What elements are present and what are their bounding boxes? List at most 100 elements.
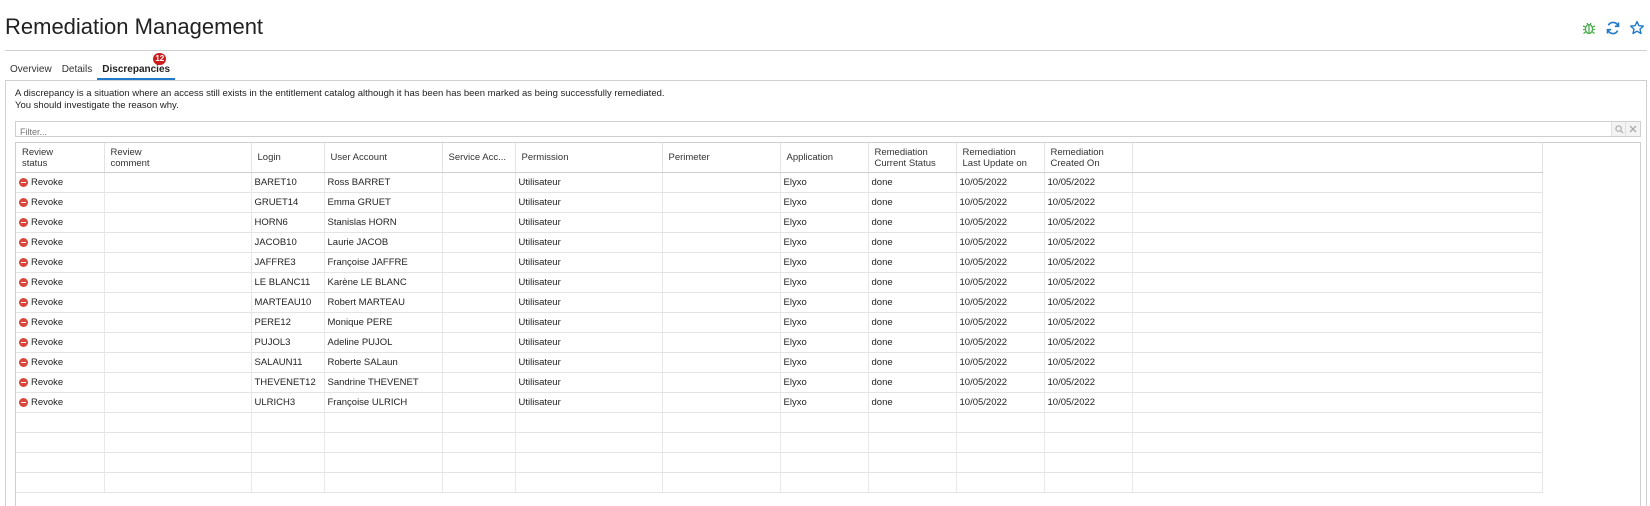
table-row[interactable]: Revoke GRUET14 Emma GRUET Utilisateur Elyxo d…	[16, 192, 1543, 213]
table-cell: 10/05/2022	[1044, 392, 1133, 413]
column-header-remediation-last-update[interactable]: Remediation Last Update on	[956, 143, 1045, 173]
table-cell: JAFFRE3	[251, 252, 325, 273]
table-cell	[324, 452, 443, 473]
refresh-icon[interactable]	[1604, 19, 1622, 37]
table-cell	[868, 412, 957, 433]
column-header-text: Current Status	[874, 157, 936, 169]
table-cell: 10/05/2022	[1044, 312, 1133, 333]
tab-details[interactable]: Details	[57, 62, 98, 80]
table-row[interactable]: Revoke BARET10 Ross BARRET Utilisateur Elyxo…	[16, 172, 1543, 193]
column-header-user-account[interactable]: User Account	[324, 143, 443, 173]
table-cell	[16, 472, 105, 493]
tab-discrepancies[interactable]: Discrepancies 12	[97, 53, 176, 80]
table-cell	[662, 352, 781, 373]
table-row[interactable]: Revoke HORN6 Stanislas HORN Utilisateur Elyx…	[16, 212, 1543, 233]
table-row[interactable]: Revoke SALAUN11 Roberte SALaun Utilisateur E…	[16, 352, 1543, 373]
column-header-review-status[interactable]: Review status	[16, 143, 105, 173]
review-status: Revoke	[19, 297, 101, 308]
column-header-text: Created On	[1050, 157, 1100, 169]
table-row[interactable]: Revoke JACOB10 Laurie JACOB Utilisateur Elyx…	[16, 232, 1543, 253]
review-status: Revoke	[19, 217, 101, 228]
table-cell	[442, 432, 516, 453]
table-cell	[662, 232, 781, 253]
table-cell	[956, 412, 1045, 433]
revoke-icon	[19, 238, 28, 247]
table-cell: done	[868, 272, 957, 293]
table-cell: Monique PERE	[324, 312, 443, 333]
table-cell: Utilisateur	[515, 372, 663, 393]
review-status: Revoke	[19, 377, 101, 388]
table-cell: THEVENET12	[251, 372, 325, 393]
column-header-remediation-created-on[interactable]: Remediation Created On	[1044, 143, 1133, 173]
tab-overview[interactable]: Overview	[5, 62, 57, 80]
table-cell: Revoke	[16, 332, 105, 353]
table-cell: Elyxo	[780, 392, 869, 413]
review-status: Revoke	[19, 277, 101, 288]
table-cell: Utilisateur	[515, 172, 663, 193]
column-header-review-comment[interactable]: Review comment	[104, 143, 252, 173]
table-row[interactable]: Revoke PERE12 Monique PERE Utilisateur Elyxo…	[16, 312, 1543, 333]
revoke-icon	[19, 318, 28, 327]
column-header-application[interactable]: Application	[780, 143, 869, 173]
table-cell	[442, 252, 516, 273]
table-cell: Revoke	[16, 352, 105, 373]
review-status-label: Revoke	[31, 357, 64, 368]
column-header-remediation-current-status[interactable]: Remediation Current Status	[868, 143, 957, 173]
table-cell	[104, 332, 252, 353]
table-cell: Revoke	[16, 232, 105, 253]
table-cell: Laurie JACOB	[324, 232, 443, 253]
table-cell: Elyxo	[780, 212, 869, 233]
table-cell	[662, 392, 781, 413]
review-status: Revoke	[19, 197, 101, 208]
table-cell: Utilisateur	[515, 192, 663, 213]
table-cell	[1044, 472, 1133, 493]
table-cell	[442, 352, 516, 373]
column-header-login[interactable]: Login	[251, 143, 325, 173]
empty-table-row	[16, 412, 1543, 433]
filter-input[interactable]	[16, 126, 1424, 138]
column-header-permission[interactable]: Permission	[515, 143, 663, 173]
review-status: Revoke	[19, 317, 101, 328]
table-cell	[662, 172, 781, 193]
table-cell	[956, 472, 1045, 493]
table-cell: 10/05/2022	[956, 192, 1045, 213]
table-cell: Robert MARTEAU	[324, 292, 443, 313]
table-cell	[1044, 452, 1133, 473]
table-cell	[442, 472, 516, 493]
table-row[interactable]: Revoke LE BLANC11 Karène LE BLANC Utilisate…	[16, 272, 1543, 293]
table-cell	[251, 452, 325, 473]
table-cell	[104, 232, 252, 253]
table-row[interactable]: Revoke MARTEAU10 Robert MARTEAU Utilisateur…	[16, 292, 1543, 313]
favorite-star-icon[interactable]	[1628, 19, 1646, 37]
column-header-perimeter[interactable]: Perimeter	[662, 143, 781, 173]
table-cell	[662, 192, 781, 213]
table-row[interactable]: Revoke JAFFRE3 Françoise JAFFRE Utilisateur…	[16, 252, 1543, 273]
review-status: Revoke	[19, 397, 101, 408]
bug-icon[interactable]	[1580, 19, 1598, 37]
revoke-icon	[19, 298, 28, 307]
table-cell	[251, 412, 325, 433]
search-icon[interactable]	[1611, 122, 1626, 136]
clear-filter-icon[interactable]	[1625, 122, 1640, 136]
table-cell	[104, 352, 252, 373]
revoke-icon	[19, 378, 28, 387]
table-row[interactable]: Revoke ULRICH3 Françoise ULRICH Utilisateur…	[16, 392, 1543, 413]
table-row[interactable]: Revoke PUJOL3 Adeline PUJOL Utilisateur Elyx…	[16, 332, 1543, 353]
title-divider	[5, 50, 1647, 51]
column-header-spacer[interactable]	[1132, 143, 1543, 173]
table-cell: done	[868, 292, 957, 313]
table-cell: Emma GRUET	[324, 192, 443, 213]
column-header-text: Perimeter	[668, 152, 710, 163]
column-header-service-account[interactable]: Service Acc...	[442, 143, 516, 173]
table-cell: BARET10	[251, 172, 325, 193]
table-cell: Ross BARRET	[324, 172, 443, 193]
table-cell	[442, 292, 516, 313]
table-cell	[1132, 292, 1543, 313]
table-cell: Sandrine THEVENET	[324, 372, 443, 393]
table-row[interactable]: Revoke THEVENET12 Sandrine THEVENET Utilisa…	[16, 372, 1543, 393]
table-cell	[1132, 392, 1543, 413]
table-cell	[104, 412, 252, 433]
table-cell: HORN6	[251, 212, 325, 233]
table-cell	[251, 432, 325, 453]
table-cell	[1132, 192, 1543, 213]
